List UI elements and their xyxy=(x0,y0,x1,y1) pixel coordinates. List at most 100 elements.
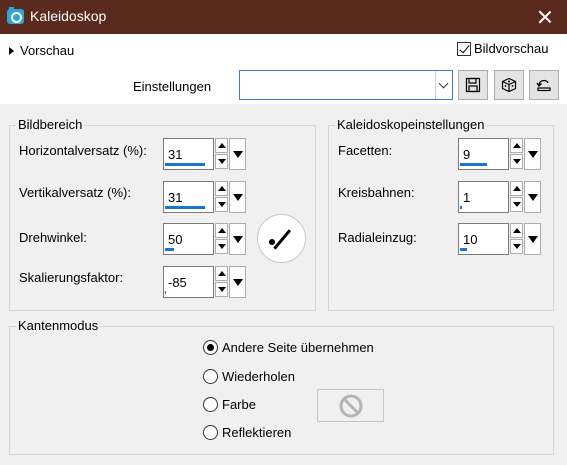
reset-icon xyxy=(536,79,551,92)
radialeinzug-bar xyxy=(460,248,467,251)
window-title: Kaleidoskop xyxy=(30,8,107,24)
radio-farbe[interactable]: Farbe xyxy=(203,397,256,412)
radio-andere-seite[interactable]: Andere Seite übernehmen xyxy=(203,340,374,355)
preview-toggle[interactable]: Vorschau xyxy=(9,43,74,58)
slider-dropdown-icon[interactable] xyxy=(229,266,246,298)
drehwinkel-value: 50 xyxy=(168,232,183,247)
increment-arrow-icon[interactable] xyxy=(510,223,523,238)
increment-arrow-icon[interactable] xyxy=(215,138,228,153)
increment-arrow-icon[interactable] xyxy=(510,138,523,153)
reset-button[interactable] xyxy=(529,70,559,100)
horizontalversatz-value: 31 xyxy=(168,147,183,162)
vertikalversatz-input[interactable]: 31 xyxy=(163,181,214,213)
increment-arrow-icon[interactable] xyxy=(215,181,228,196)
increment-arrow-icon[interactable] xyxy=(215,266,228,281)
increment-arrow-icon[interactable] xyxy=(215,223,228,238)
kreisbahnen-arrows[interactable] xyxy=(510,181,523,213)
bildvorschau-checkbox[interactable] xyxy=(457,41,471,56)
radio-label: Farbe xyxy=(222,397,256,412)
facetten-label: Facetten: xyxy=(338,143,393,158)
radialeinzug-spinner[interactable]: 10 xyxy=(458,223,541,255)
randomize-button[interactable] xyxy=(494,70,524,100)
title-bar: Kaleidoskop xyxy=(0,0,567,34)
vertikalversatz-bar xyxy=(165,206,205,209)
bildbereich-title: Bildbereich xyxy=(16,117,85,132)
decrement-arrow-icon[interactable] xyxy=(510,197,523,212)
dice-icon xyxy=(501,77,517,93)
radialeinzug-input[interactable]: 10 xyxy=(458,223,509,255)
horizontalversatz-arrows[interactable] xyxy=(215,138,228,170)
drehwinkel-bar xyxy=(165,248,174,251)
decrement-arrow-icon[interactable] xyxy=(510,154,523,169)
facetten-bar xyxy=(460,163,487,166)
slider-dropdown-icon[interactable] xyxy=(524,223,541,255)
decrement-arrow-icon[interactable] xyxy=(215,154,228,169)
kreisbahnen-bar xyxy=(460,206,462,209)
slider-dropdown-icon[interactable] xyxy=(229,138,246,170)
kreisbahnen-label: Kreisbahnen: xyxy=(338,185,415,200)
radio-label: Wiederholen xyxy=(222,369,295,384)
skalierungsfaktor-value: -85 xyxy=(168,275,187,290)
drehwinkel-arrows[interactable] xyxy=(215,223,228,255)
slider-dropdown-icon[interactable] xyxy=(524,138,541,170)
horizontalversatz-input[interactable]: 31 xyxy=(163,138,214,170)
floppy-disk-icon xyxy=(465,77,481,93)
vertikalversatz-label: Vertikalversatz (%): xyxy=(19,185,131,200)
save-preset-button[interactable] xyxy=(458,70,488,100)
settings-combobox[interactable] xyxy=(239,70,453,100)
drehwinkel-spinner[interactable]: 50 xyxy=(163,223,246,255)
facetten-spinner[interactable]: 9 xyxy=(458,138,541,170)
dial-center-icon xyxy=(269,239,275,245)
horizontalversatz-label: Horizontalversatz (%): xyxy=(19,143,147,158)
facetten-arrows[interactable] xyxy=(510,138,523,170)
bildvorschau-toggle[interactable]: Bildvorschau xyxy=(457,41,548,56)
angle-dial[interactable] xyxy=(257,214,306,263)
kantenmodus-title: Kantenmodus xyxy=(16,318,101,333)
radio-button-icon[interactable] xyxy=(203,397,218,412)
skalierungsfaktor-input[interactable]: -85 xyxy=(163,266,214,298)
decrement-arrow-icon[interactable] xyxy=(215,239,228,254)
radialeinzug-label: Radialeinzug: xyxy=(338,230,417,245)
radio-button-icon[interactable] xyxy=(203,369,218,384)
skalierungsfaktor-label: Skalierungsfaktor: xyxy=(19,270,124,285)
facetten-value: 9 xyxy=(463,147,471,162)
radio-label: Reflektieren xyxy=(222,425,292,440)
kreisbahnen-value: 1 xyxy=(463,190,471,205)
skalierungsfaktor-arrows[interactable] xyxy=(215,266,228,298)
vertikalversatz-spinner[interactable]: 31 xyxy=(163,181,246,213)
drehwinkel-input[interactable]: 50 xyxy=(163,223,214,255)
settings-label: Einstellungen xyxy=(133,79,212,94)
slider-dropdown-icon[interactable] xyxy=(229,181,246,213)
horizontalversatz-spinner[interactable]: 31 xyxy=(163,138,246,170)
no-symbol-icon xyxy=(339,394,363,418)
close-button[interactable] xyxy=(521,0,567,34)
slider-dropdown-icon[interactable] xyxy=(229,223,246,255)
expand-arrow-icon xyxy=(9,46,14,55)
kreisbahnen-input[interactable]: 1 xyxy=(458,181,509,213)
decrement-arrow-icon[interactable] xyxy=(215,282,228,297)
radio-button-icon[interactable] xyxy=(203,425,218,440)
kreisbahnen-spinner[interactable]: 1 xyxy=(458,181,541,213)
drehwinkel-label: Drehwinkel: xyxy=(19,230,87,245)
color-picker-button[interactable] xyxy=(317,389,384,422)
vertikalversatz-value: 31 xyxy=(168,190,183,205)
radio-button-icon[interactable] xyxy=(203,340,218,355)
vertikalversatz-arrows[interactable] xyxy=(215,181,228,213)
skalierungsfaktor-spinner[interactable]: -85 xyxy=(163,266,246,298)
radio-reflektieren[interactable]: Reflektieren xyxy=(203,425,291,440)
slider-dropdown-icon[interactable] xyxy=(524,181,541,213)
radio-label: Andere Seite übernehmen xyxy=(222,340,374,355)
kaleido-title: Kaleidoskopeinstellungen xyxy=(335,117,487,132)
bildvorschau-label: Bildvorschau xyxy=(474,41,549,56)
top-area: Vorschau Bildvorschau Einstellungen xyxy=(0,34,567,104)
horizontalversatz-bar xyxy=(165,163,205,166)
increment-arrow-icon[interactable] xyxy=(510,181,523,196)
decrement-arrow-icon[interactable] xyxy=(510,239,523,254)
decrement-arrow-icon[interactable] xyxy=(215,197,228,212)
radio-wiederholen[interactable]: Wiederholen xyxy=(203,369,295,384)
chevron-down-icon[interactable] xyxy=(435,71,452,99)
camera-icon xyxy=(7,7,24,24)
radialeinzug-arrows[interactable] xyxy=(510,223,523,255)
facetten-input[interactable]: 9 xyxy=(458,138,509,170)
preview-label: Vorschau xyxy=(20,43,75,58)
